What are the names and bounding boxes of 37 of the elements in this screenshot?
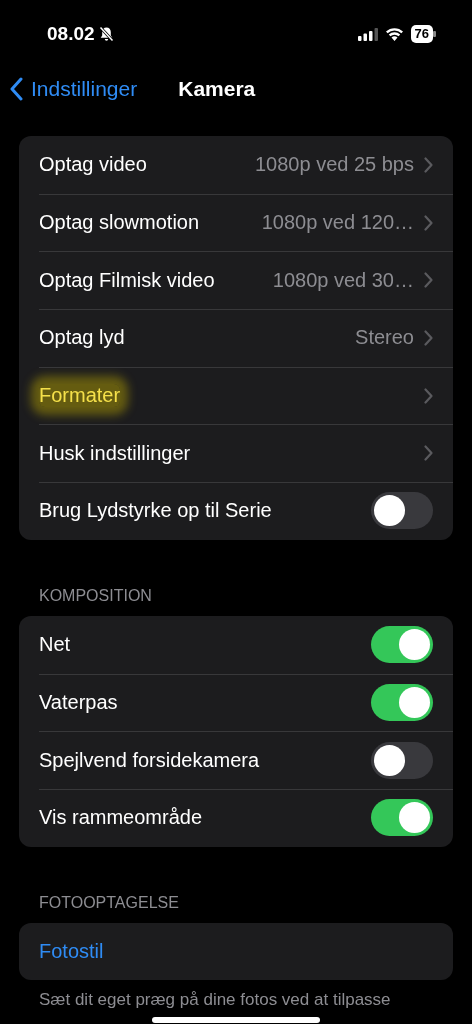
toggle-switch[interactable] — [371, 683, 433, 721]
toggle-switch[interactable] — [371, 799, 433, 837]
row-label[interactable]: Optag slowmotion — [39, 211, 200, 235]
signal-icon — [357, 27, 378, 41]
clock: 08.02 — [47, 23, 95, 45]
chevron-right-icon — [424, 329, 433, 346]
back-button[interactable]: Indstillinger — [10, 77, 138, 101]
row-value: Stereo — [355, 326, 414, 350]
toggle-switch[interactable] — [371, 492, 433, 530]
row-label[interactable]: Husk indstillinger — [39, 441, 191, 465]
row-value: 1080p ved 25 bps — [254, 153, 414, 177]
highlighted-label[interactable]: Formater — [39, 384, 121, 408]
chevron-right-icon — [424, 272, 433, 289]
battery-icon: 76 — [410, 25, 436, 43]
chevron-right-icon — [424, 156, 433, 173]
chevron-right-icon — [424, 445, 433, 462]
row-label[interactable]: Spejlvend forsidekamera — [39, 748, 260, 772]
section-footer: Sæt dit eget præg på dine fotos ved at tilpasse — [19, 980, 453, 1011]
section-header: FOTOOPTAGELSE — [38, 892, 180, 913]
chevron-right-icon — [424, 214, 433, 231]
section-header: KOMPOSITION — [38, 585, 153, 606]
row-label[interactable]: Brug Lydstyrke op til Serie — [39, 499, 272, 523]
row-label[interactable]: Optag video — [39, 153, 147, 177]
chevron-right-icon — [424, 387, 433, 404]
toggle-switch[interactable] — [371, 626, 433, 664]
row-label[interactable]: Net — [39, 633, 71, 657]
row-label[interactable]: Vaterpas — [39, 690, 118, 714]
row-label[interactable]: Optag lyd — [39, 326, 125, 350]
row-value: 1080p ved 30… — [272, 268, 414, 292]
row-label[interactable]: Optag Filmisk video — [39, 268, 215, 292]
chevron-left-icon — [10, 77, 23, 101]
wifi-icon — [384, 27, 404, 41]
page-title: Kamera — [178, 77, 256, 101]
row-value: 1080p ved 120… — [261, 211, 414, 235]
action-link[interactable]: Fotostil — [39, 939, 104, 963]
row-label[interactable]: Vis rammeområde — [39, 806, 203, 830]
toggle-switch[interactable] — [371, 741, 433, 779]
